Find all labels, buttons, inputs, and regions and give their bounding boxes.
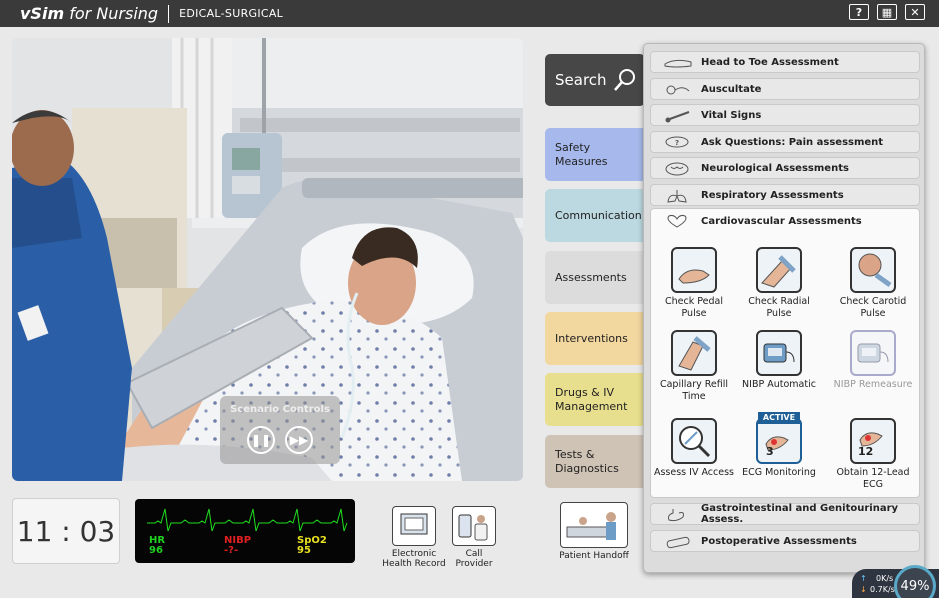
vital-signs-monitor[interactable]: HR 96 NIBP -?- SpO2 95 [135,499,355,563]
stomach-icon [668,509,684,522]
section-auscultate[interactable]: Auscultate [650,78,920,100]
assessment-panel: Head to Toe Assessment Auscultate Vital … [643,43,925,573]
section-cardiovascular-header[interactable]: Cardiovascular Assessments [651,209,919,233]
ecg-lead-number: 12 [858,445,874,458]
category-drugs-iv-management[interactable]: Drugs & IV Management [545,373,645,426]
ecg-waveform [147,508,348,532]
download-arrow-icon: ↓ [860,585,867,594]
action-obtain-12-lead-ecg[interactable]: 12 Obtain 12-Lead ECG [831,418,915,491]
close-icon[interactable]: ✕ [905,4,925,20]
scenario-controls: Scenario Controls ❚❚ ▶▶ [220,396,340,464]
category-safety-measures[interactable]: Safety Measures [545,128,645,181]
course-title: EDICAL-SURGICAL [179,7,284,20]
grid-icon[interactable]: ▦ [877,4,897,20]
brand-logo: vSim for Nursing [20,4,159,23]
ecg-lead-count: 3 [766,445,774,458]
search-icon [613,69,635,91]
ecg-leads-icon: ACTIVE 3 [756,412,802,464]
fast-forward-button[interactable]: ▶▶ [285,426,313,454]
scenario-clock: 11 : 03 [12,498,120,564]
spo2-readout: SpO2 95 [297,535,327,556]
handoff-icon [560,502,628,548]
body-icon [664,59,692,68]
category-interventions[interactable]: Interventions [545,312,645,365]
finger-press-icon [671,330,717,376]
patient-handoff-label: Patient Handoff [559,551,629,561]
patient-scene[interactable]: Scenario Controls ❚❚ ▶▶ [12,38,523,481]
action-nibp-automatic[interactable]: NIBP Automatic [737,330,821,391]
patient-handoff-button[interactable]: Patient Handoff [558,502,630,561]
bp-cuff-disabled-icon [850,330,896,376]
network-speed-widget: ↑ 0K/s ↓ 0.7K/s 49% [852,565,939,598]
help-icon[interactable]: ? [849,4,869,20]
thermometer-icon [665,111,690,123]
call-provider-button[interactable]: Call Provider [446,506,502,569]
magnifier-iv-icon [671,418,717,464]
category-assessments[interactable]: Assessments [545,251,645,304]
section-vital-signs[interactable]: Vital Signs [650,104,920,126]
action-nibp-remeasure[interactable]: NIBP Remeasure [831,330,915,391]
action-capillary-refill-time[interactable]: Capillary Refill Time [652,330,736,403]
upload-arrow-icon: ↑ [860,574,867,583]
section-neurological[interactable]: Neurological Assessments [650,157,920,179]
call-provider-label: Call Provider [455,549,493,569]
active-badge: ACTIVE [758,412,800,424]
action-check-pedal-pulse[interactable]: Check Pedal Pulse [652,247,736,320]
svg-text:?: ? [675,139,679,147]
ecg-12-lead-icon: 12 [850,418,896,464]
search-button[interactable]: Search [545,54,645,106]
search-label: Search [555,71,607,89]
cpu-gauge: 49% [894,565,936,598]
action-check-carotid-pulse[interactable]: Check Carotid Pulse [831,247,915,320]
heart-icon [667,214,687,228]
category-communication[interactable]: Communication [545,189,645,242]
section-postoperative[interactable]: Postoperative Assessments [650,530,920,552]
stethoscope-icon [666,85,690,95]
scenario-controls-label: Scenario Controls [230,404,330,415]
electronic-health-record-label: Electronic Health Record [382,549,446,569]
bp-cuff-icon [756,330,802,376]
action-check-radial-pulse[interactable]: Check Radial Pulse [737,247,821,320]
electronic-health-record-button[interactable]: Electronic Health Record [382,506,446,569]
computer-icon [392,506,436,546]
top-bar: vSim for Nursing EDICAL-SURGICAL ? ▦ ✕ [0,0,939,27]
action-assess-iv-access[interactable]: Assess IV Access [652,418,736,479]
category-tests-diagnostics[interactable]: Tests & Diagnostics [545,435,645,488]
download-speed: 0.7K/s [870,585,895,594]
bandage-icon [666,536,690,549]
lungs-icon [667,190,687,203]
hr-readout: HR 96 [149,535,166,556]
section-gastrointestinal-genitourinary[interactable]: Gastrointestinal and Genitourinary Asses… [650,503,920,525]
foot-pulse-icon [671,247,717,293]
action-ecg-monitoring[interactable]: ACTIVE 3 ECG Monitoring [737,412,821,479]
section-respiratory[interactable]: Respiratory Assessments [650,184,920,206]
section-cardiovascular: Cardiovascular Assessments Check Pedal P… [650,208,920,498]
section-ask-questions-pain[interactable]: ? Ask Questions: Pain assessment [650,131,920,153]
speech-bubble-icon: ? [665,136,689,148]
upload-speed: 0K/s [876,574,894,583]
nibp-readout: NIBP -?- [224,535,252,556]
section-head-to-toe[interactable]: Head to Toe Assessment [650,51,920,73]
wrist-pulse-icon [756,247,802,293]
doctor-phone-icon [452,506,496,546]
pause-button[interactable]: ❚❚ [247,426,275,454]
neck-pulse-icon [850,247,896,293]
divider [168,4,170,23]
brain-icon [665,162,689,176]
